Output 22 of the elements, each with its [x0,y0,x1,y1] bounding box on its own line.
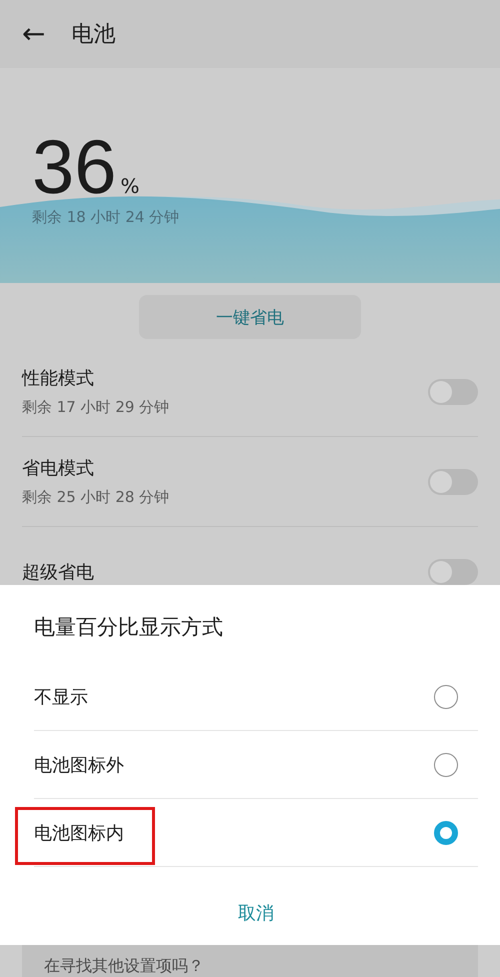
toggle-switch[interactable] [428,558,478,584]
cancel-button[interactable]: 取消 [228,897,284,929]
mode-title: 省电模式 [22,457,95,480]
toggle-switch[interactable] [428,468,478,494]
battery-percentage: 36 [32,130,117,206]
remaining-time: 剩余 18 小时 24 分钟 [32,208,180,227]
footer-text[interactable]: 在寻找其他设置项吗？ [44,955,204,977]
page-title: 电池 [71,21,116,49]
dialog-title: 电量百分比显示方式 [34,614,224,641]
percent-sign: % [120,174,140,198]
mode-subtitle: 剩余 17 小时 29 分钟 [22,398,170,417]
mode-title: 超级省电 [22,560,94,584]
mode-title: 性能模式 [22,367,95,390]
option-label[interactable]: 电池图标内 [34,820,124,844]
radio-button[interactable] [434,684,458,708]
radio-button[interactable] [434,820,458,844]
option-label[interactable]: 不显示 [34,684,88,708]
radio-button[interactable] [434,752,458,776]
toggle-switch[interactable] [428,378,478,404]
mode-subtitle: 剩余 25 小时 28 分钟 [22,488,170,507]
back-button[interactable]: ← [22,20,46,48]
option-label[interactable]: 电池图标外 [34,752,124,776]
